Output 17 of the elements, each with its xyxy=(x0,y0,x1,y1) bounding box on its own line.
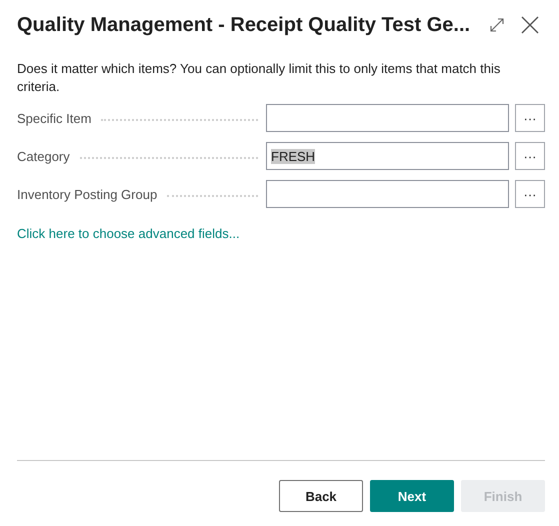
field-label: Inventory Posting Group xyxy=(17,186,158,202)
dialog-title: Quality Management - Receipt Quality Test Ge... xyxy=(17,14,472,36)
field-value: FRESH xyxy=(271,148,316,164)
close-icon[interactable] xyxy=(521,16,539,34)
input-field[interactable] xyxy=(266,104,509,132)
lookup-button[interactable]: ··· xyxy=(515,142,545,170)
expand-icon[interactable] xyxy=(489,17,505,33)
instruction-text: Does it matter which items? You can optionally limit this to only items that match this criteria. xyxy=(17,60,502,96)
lookup-button[interactable]: ··· xyxy=(515,104,545,132)
lookup-button[interactable]: ··· xyxy=(515,180,545,208)
field-label: Category xyxy=(17,148,70,164)
input-field[interactable]: FRESH xyxy=(266,142,509,170)
input-field[interactable] xyxy=(266,180,509,208)
field-label: Specific Item xyxy=(17,110,92,126)
advanced-fields-link[interactable]: Click here to choose advanced fields... xyxy=(17,226,240,241)
primary-button[interactable]: Next xyxy=(370,480,454,512)
wizard-button[interactable]: Back xyxy=(279,480,363,512)
